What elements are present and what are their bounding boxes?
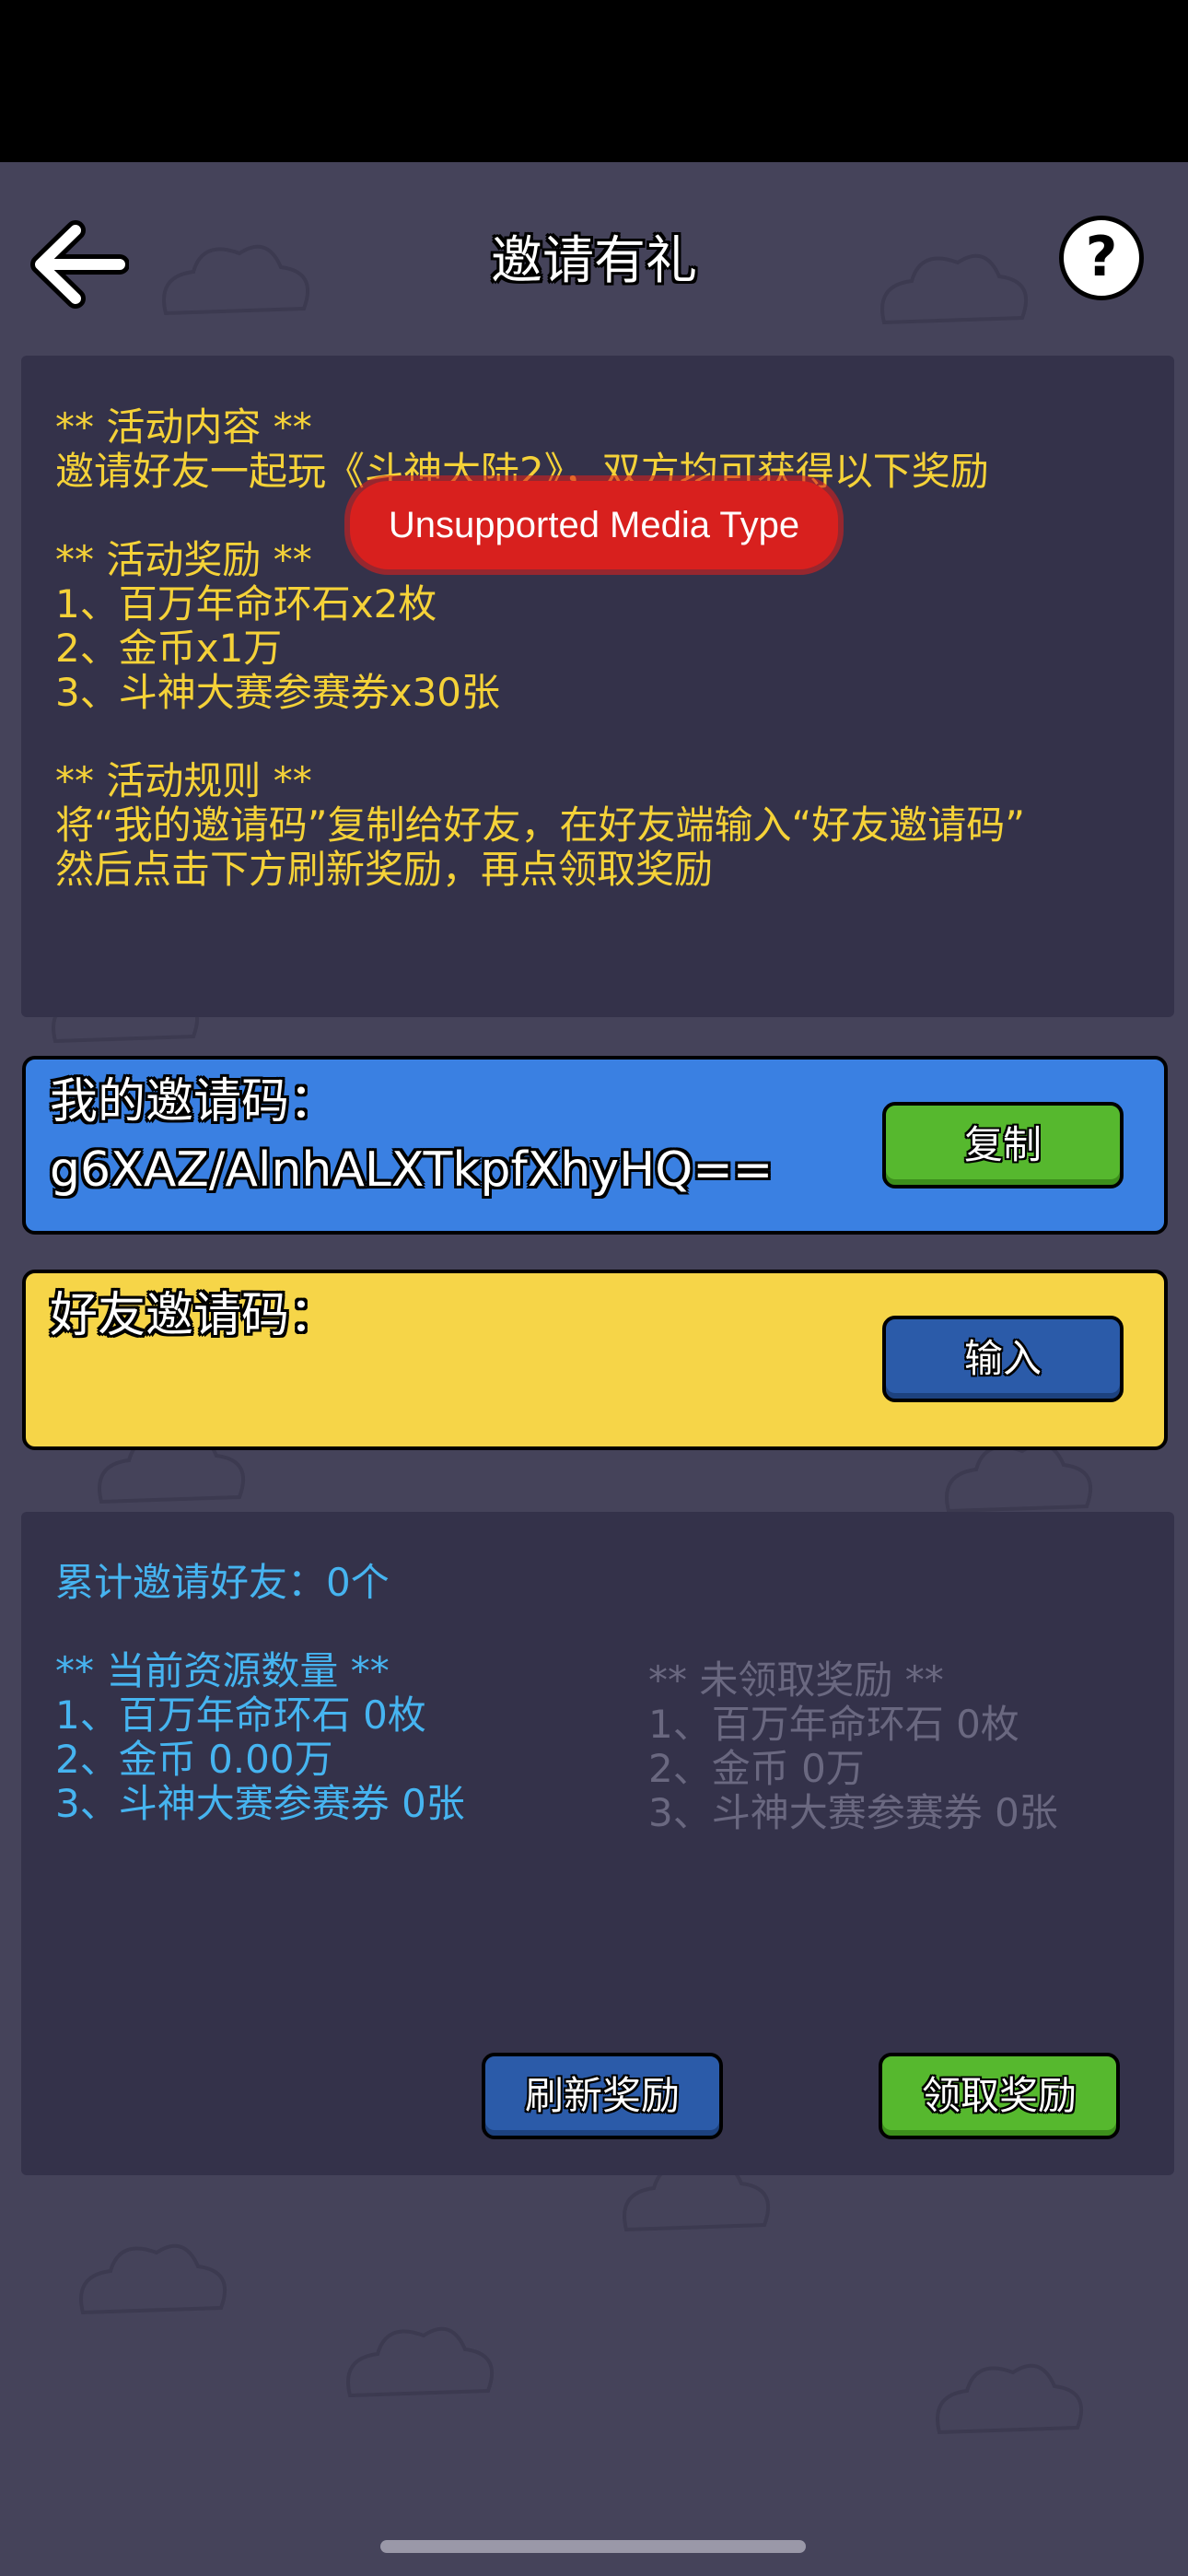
header: 邀请有礼 ? <box>0 162 1188 356</box>
current-resource-2: 2、金币 0.00万 <box>55 1737 333 1782</box>
activity-content-title: ** 活动内容 ** <box>55 404 312 450</box>
activity-rules-title: ** 活动规则 ** <box>55 758 312 803</box>
current-resource-3: 3、斗神大赛参赛券 0张 <box>55 1781 465 1826</box>
reward-item-2: 2、金币x1万 <box>55 626 283 671</box>
invited-count: 累计邀请好友：0个 <box>55 1560 390 1605</box>
unsupported-media-error-badge: Unsupported Media Type <box>350 481 838 569</box>
invite-screen: 邀请有礼 ? ** 活动内容 ** 邀请好友一起玩《斗神大陆2》，双方均可获得以… <box>0 0 1188 2576</box>
input-button[interactable]: 输入 <box>882 1316 1124 1402</box>
my-invite-code-box: 我的邀请码： g6XAZ/AlnhALXTkpfXhyHQ== 复制 <box>22 1056 1168 1235</box>
refresh-rewards-button[interactable]: 刷新奖励 <box>482 2053 723 2139</box>
my-invite-code-label: 我的邀请码： <box>50 1074 338 1130</box>
reward-item-3: 3、斗神大赛参赛券x30张 <box>55 670 501 715</box>
activity-rewards-title: ** 活动奖励 ** <box>55 537 312 582</box>
friend-invite-code-label: 好友邀请码： <box>50 1288 338 1343</box>
pending-rewards-title: ** 未领取奖励 ** <box>648 1657 944 1703</box>
my-invite-code-value: g6XAZ/AlnhALXTkpfXhyHQ== <box>50 1142 774 1198</box>
status-bar <box>0 0 1188 162</box>
copy-button[interactable]: 复制 <box>882 1102 1124 1188</box>
rule-line-1: 将“我的邀请码”复制给好友，在好友端输入“好友邀请码” <box>55 802 1026 848</box>
pending-reward-2: 2、金币 0万 <box>648 1746 865 1791</box>
claim-rewards-button[interactable]: 领取奖励 <box>879 2053 1120 2139</box>
current-resource-1: 1、百万年命环石 0枚 <box>55 1692 426 1738</box>
help-button[interactable]: ? <box>1059 216 1144 300</box>
pending-reward-3: 3、斗神大赛参赛券 0张 <box>648 1790 1058 1835</box>
rule-line-2: 然后点击下方刷新奖励，再点领取奖励 <box>55 847 714 892</box>
pending-reward-1: 1、百万年命环石 0枚 <box>648 1702 1019 1747</box>
reward-item-1: 1、百万年命环石x2枚 <box>55 581 437 626</box>
home-indicator[interactable] <box>380 2540 806 2553</box>
friend-invite-code-box: 好友邀请码： 输入 <box>22 1270 1168 1450</box>
page-title: 邀请有礼 <box>491 231 697 291</box>
current-resources-title: ** 当前资源数量 ** <box>55 1648 390 1693</box>
